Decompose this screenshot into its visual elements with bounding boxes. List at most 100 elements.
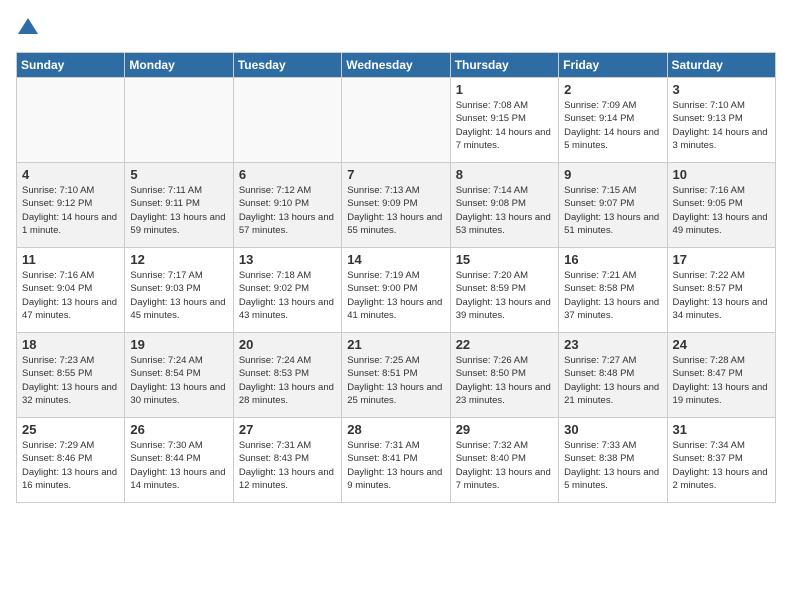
week-row-3: 11 Sunrise: 7:16 AMSunset: 9:04 PMDayligh…	[17, 248, 776, 333]
day-number: 14	[347, 252, 444, 267]
calendar-cell: 10Sunrise: 7:16 AMSunset: 9:05 PMDayligh…	[667, 163, 775, 248]
day-number: 12	[130, 252, 227, 267]
day-number: 8	[456, 167, 553, 182]
calendar-cell: 7 Sunrise: 7:13 AMSunset: 9:09 PMDaylight…	[342, 163, 450, 248]
logo	[16, 16, 46, 40]
column-header-sunday: Sunday	[17, 53, 125, 78]
calendar-header-row: SundayMondayTuesdayWednesdayThursdayFrid…	[17, 53, 776, 78]
calendar-cell: 2Sunrise: 7:09 AMSunset: 9:14 PMDaylight…	[559, 78, 667, 163]
calendar-cell: 13 Sunrise: 7:18 AMSunset: 9:02 PMDayligh…	[233, 248, 341, 333]
day-info: Sunrise: 7:17 AMSunset: 9:03 PMDaylight:…	[130, 269, 227, 322]
day-number: 6	[239, 167, 336, 182]
column-header-thursday: Thursday	[450, 53, 558, 78]
day-info: Sunrise: 7:18 AMSunset: 9:02 PMDaylight:…	[239, 269, 336, 322]
day-number: 21	[347, 337, 444, 352]
week-row-2: 4Sunrise: 7:10 AMSunset: 9:12 PMDaylight…	[17, 163, 776, 248]
day-number: 16	[564, 252, 661, 267]
calendar-cell: 11 Sunrise: 7:16 AMSunset: 9:04 PMDayligh…	[17, 248, 125, 333]
day-number: 19	[130, 337, 227, 352]
day-info: Sunrise: 7:10 AMSunset: 9:13 PMDaylight:…	[673, 99, 770, 152]
day-info: Sunrise: 7:22 AMSunset: 8:57 PMDaylight:…	[673, 269, 770, 322]
day-info: Sunrise: 7:13 AMSunset: 9:09 PMDaylight:…	[347, 184, 444, 237]
calendar-cell: 29 Sunrise: 7:32 AMSunset: 8:40 PMDayligh…	[450, 418, 558, 503]
day-number: 7	[347, 167, 444, 182]
day-number: 2	[564, 82, 661, 97]
calendar-cell: 28 Sunrise: 7:31 AMSunset: 8:41 PMDayligh…	[342, 418, 450, 503]
day-number: 26	[130, 422, 227, 437]
day-number: 24	[673, 337, 770, 352]
calendar-cell	[125, 78, 233, 163]
day-number: 27	[239, 422, 336, 437]
day-number: 13	[239, 252, 336, 267]
day-info: Sunrise: 7:11 AMSunset: 9:11 PMDaylight:…	[130, 184, 227, 237]
column-header-wednesday: Wednesday	[342, 53, 450, 78]
day-number: 20	[239, 337, 336, 352]
calendar-cell	[233, 78, 341, 163]
logo-icon	[16, 16, 40, 40]
day-info: Sunrise: 7:12 AMSunset: 9:10 PMDaylight:…	[239, 184, 336, 237]
day-number: 18	[22, 337, 119, 352]
calendar-cell: 30 Sunrise: 7:33 AMSunset: 8:38 PMDayligh…	[559, 418, 667, 503]
calendar-cell: 26 Sunrise: 7:30 AMSunset: 8:44 PMDayligh…	[125, 418, 233, 503]
week-row-5: 25Sunrise: 7:29 AMSunset: 8:46 PMDayligh…	[17, 418, 776, 503]
day-info: Sunrise: 7:33 AMSunset: 8:38 PMDaylight:…	[564, 439, 661, 492]
day-number: 5	[130, 167, 227, 182]
calendar-cell: 27 Sunrise: 7:31 AMSunset: 8:43 PMDayligh…	[233, 418, 341, 503]
calendar-cell: 25Sunrise: 7:29 AMSunset: 8:46 PMDayligh…	[17, 418, 125, 503]
day-info: Sunrise: 7:26 AMSunset: 8:50 PMDaylight:…	[456, 354, 553, 407]
calendar-cell	[342, 78, 450, 163]
day-info: Sunrise: 7:21 AMSunset: 8:58 PMDaylight:…	[564, 269, 661, 322]
day-info: Sunrise: 7:08 AMSunset: 9:15 PMDaylight:…	[456, 99, 553, 152]
week-row-4: 18 Sunrise: 7:23 AMSunset: 8:55 PMDayligh…	[17, 333, 776, 418]
day-number: 9	[564, 167, 661, 182]
calendar-cell: 21Sunrise: 7:25 AMSunset: 8:51 PMDayligh…	[342, 333, 450, 418]
day-number: 3	[673, 82, 770, 97]
day-number: 29	[456, 422, 553, 437]
page-header	[16, 16, 776, 40]
day-info: Sunrise: 7:32 AMSunset: 8:40 PMDaylight:…	[456, 439, 553, 492]
calendar-cell	[17, 78, 125, 163]
calendar-cell: 16 Sunrise: 7:21 AMSunset: 8:58 PMDayligh…	[559, 248, 667, 333]
day-number: 25	[22, 422, 119, 437]
column-header-tuesday: Tuesday	[233, 53, 341, 78]
calendar-cell: 5 Sunrise: 7:11 AMSunset: 9:11 PMDaylight…	[125, 163, 233, 248]
day-number: 22	[456, 337, 553, 352]
column-header-friday: Friday	[559, 53, 667, 78]
day-number: 10	[673, 167, 770, 182]
column-header-saturday: Saturday	[667, 53, 775, 78]
calendar-cell: 6 Sunrise: 7:12 AMSunset: 9:10 PMDaylight…	[233, 163, 341, 248]
day-number: 30	[564, 422, 661, 437]
day-info: Sunrise: 7:31 AMSunset: 8:41 PMDaylight:…	[347, 439, 444, 492]
day-info: Sunrise: 7:27 AMSunset: 8:48 PMDaylight:…	[564, 354, 661, 407]
day-number: 15	[456, 252, 553, 267]
calendar-cell: 24 Sunrise: 7:28 AMSunset: 8:47 PMDayligh…	[667, 333, 775, 418]
calendar-cell: 9 Sunrise: 7:15 AMSunset: 9:07 PMDaylight…	[559, 163, 667, 248]
day-number: 11	[22, 252, 119, 267]
day-number: 17	[673, 252, 770, 267]
day-info: Sunrise: 7:23 AMSunset: 8:55 PMDaylight:…	[22, 354, 119, 407]
day-info: Sunrise: 7:15 AMSunset: 9:07 PMDaylight:…	[564, 184, 661, 237]
calendar-cell: 23 Sunrise: 7:27 AMSunset: 8:48 PMDayligh…	[559, 333, 667, 418]
day-number: 4	[22, 167, 119, 182]
day-info: Sunrise: 7:31 AMSunset: 8:43 PMDaylight:…	[239, 439, 336, 492]
day-info: Sunrise: 7:24 AMSunset: 8:53 PMDaylight:…	[239, 354, 336, 407]
calendar-cell: 31Sunrise: 7:34 AMSunset: 8:37 PMDayligh…	[667, 418, 775, 503]
day-info: Sunrise: 7:14 AMSunset: 9:08 PMDaylight:…	[456, 184, 553, 237]
calendar-cell: 15Sunrise: 7:20 AMSunset: 8:59 PMDayligh…	[450, 248, 558, 333]
day-info: Sunrise: 7:24 AMSunset: 8:54 PMDaylight:…	[130, 354, 227, 407]
day-info: Sunrise: 7:30 AMSunset: 8:44 PMDaylight:…	[130, 439, 227, 492]
day-info: Sunrise: 7:34 AMSunset: 8:37 PMDaylight:…	[673, 439, 770, 492]
day-info: Sunrise: 7:28 AMSunset: 8:47 PMDaylight:…	[673, 354, 770, 407]
calendar-cell: 19 Sunrise: 7:24 AMSunset: 8:54 PMDayligh…	[125, 333, 233, 418]
calendar-cell: 12 Sunrise: 7:17 AMSunset: 9:03 PMDayligh…	[125, 248, 233, 333]
calendar-cell: 4Sunrise: 7:10 AMSunset: 9:12 PMDaylight…	[17, 163, 125, 248]
calendar-cell: 1 Sunrise: 7:08 AMSunset: 9:15 PMDaylight…	[450, 78, 558, 163]
calendar-cell: 17 Sunrise: 7:22 AMSunset: 8:57 PMDayligh…	[667, 248, 775, 333]
day-number: 23	[564, 337, 661, 352]
day-info: Sunrise: 7:19 AMSunset: 9:00 PMDaylight:…	[347, 269, 444, 322]
day-number: 28	[347, 422, 444, 437]
day-info: Sunrise: 7:16 AMSunset: 9:04 PMDaylight:…	[22, 269, 119, 322]
calendar-cell: 8 Sunrise: 7:14 AMSunset: 9:08 PMDaylight…	[450, 163, 558, 248]
calendar-cell: 18 Sunrise: 7:23 AMSunset: 8:55 PMDayligh…	[17, 333, 125, 418]
day-number: 1	[456, 82, 553, 97]
